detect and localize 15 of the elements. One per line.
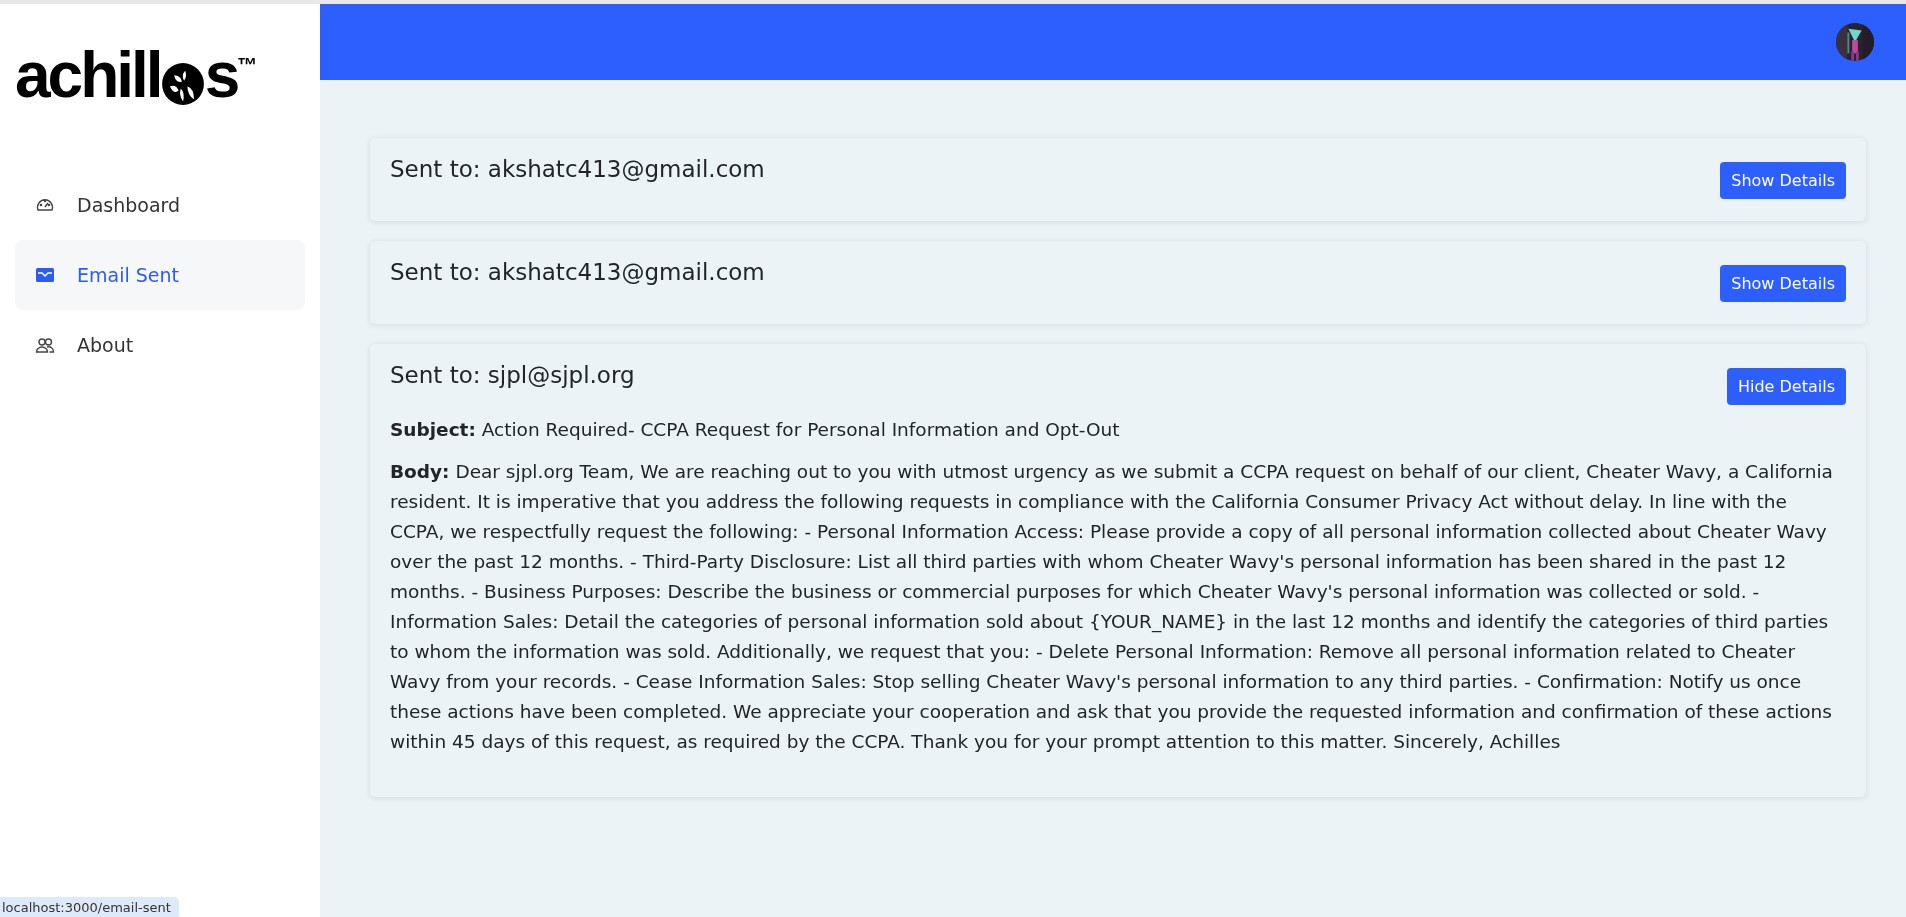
email-subject: Subject: Action Required- CCPA Request for Personal Information and Opt-Out	[390, 418, 1121, 442]
recipient-heading: Sent to: akshatc413@gmail.com	[390, 156, 765, 182]
recipient-heading: Sent to: akshatc413@gmail.com	[390, 259, 765, 285]
envelope-icon	[35, 265, 55, 285]
sidebar-item[interactable]: About	[15, 310, 305, 380]
hide-details-button[interactable]: Hide Details	[1726, 368, 1846, 405]
recipient-heading: Sent to: sjpl@sjpl.org	[390, 362, 635, 388]
sidebar-item[interactable]: Email Sent	[15, 240, 305, 310]
logo: achill s™	[15, 44, 258, 110]
show-details-button[interactable]: Show Details	[1720, 265, 1846, 302]
sidebar-item[interactable]: Dashboard	[15, 170, 305, 240]
email-body: Body: Dear sjpl.org Team, We are reaching out to you with utmost urgency as we submit a CCPA request on behalf of our client, Cheater Wavy, a California resident. It is imperative that you address the following requests in compliance with the California Consumer Privacy Act without delay. In line with the CCPA, we respectfully request the following: - Personal Information Access: Please provide a copy of all personal information collected about Cheater Wavy over the past 12 months. - Third-Party Disclosure: List all third parties with whom Cheater Wavy's personal information has been shared in the past 12 months. - Business Purposes: Describe the business or commercial purposes for which Cheater Wavy's personal information was collected or sold. - Information Sales: Detail the categories of personal information sold about {YOUR_NAME} in the last 12 months and identify the categories of third parties to whom the information was sold. Additionally, we request that you: - Delete Personal Information: Remove all personal information related to Cheater Wavy from your records. - Cease Information Sales: Stop selling Cheater Wavy's personal information to any third parties. - Confirmation: Notify us once these actions have been completed. We appreciate your cooperation and ask that you provide the requested information and confirmation of these actions within 45 days of this request, as required by the CCPA. Thank you for your prompt attention to this matter. Sincerely, Achilles	[390, 460, 1834, 754]
people-icon	[35, 335, 55, 355]
status-url: localhost:3000/email-sent	[0, 897, 179, 917]
show-details-button[interactable]: Show Details	[1720, 162, 1846, 199]
